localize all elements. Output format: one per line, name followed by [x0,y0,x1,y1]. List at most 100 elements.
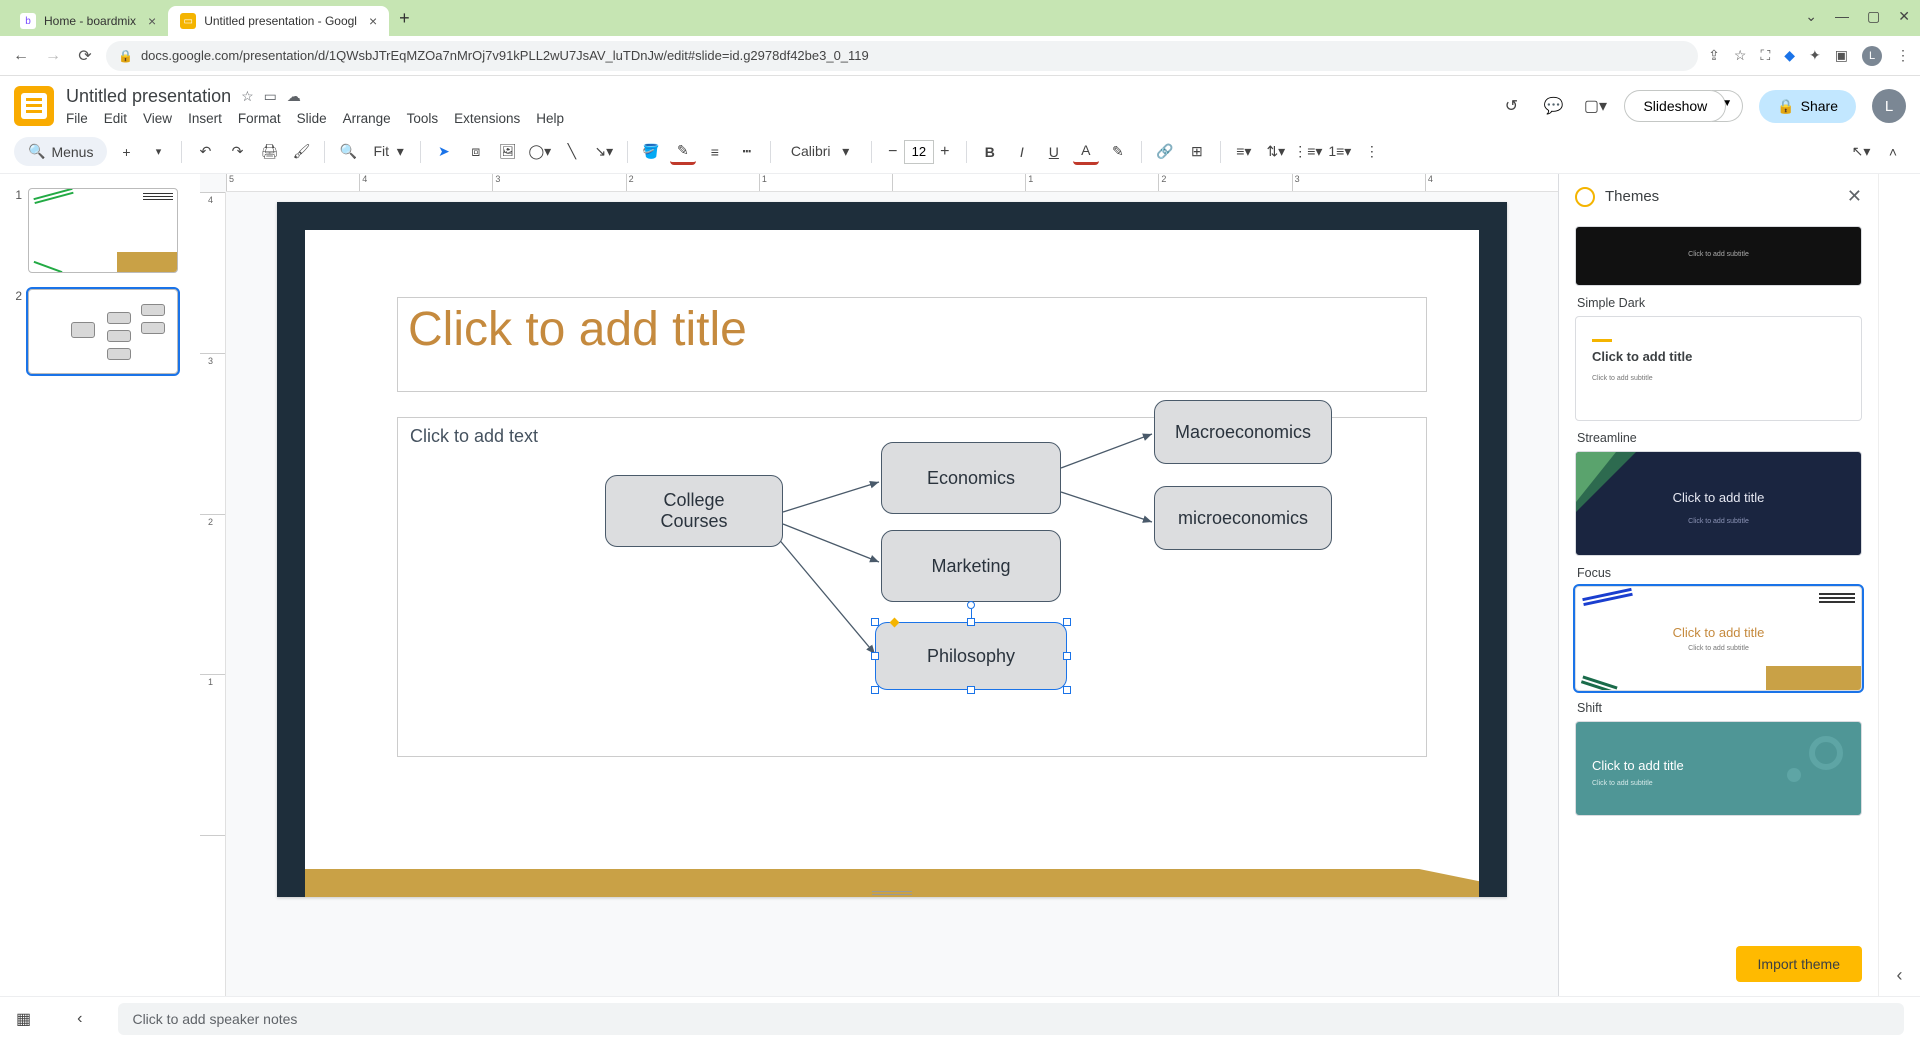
bold-icon[interactable]: B [977,139,1003,165]
tab-boardmix[interactable]: b Home - boardmix × [8,6,168,36]
history-icon[interactable]: ↺ [1498,93,1524,119]
redo-icon[interactable]: ↷ [224,139,250,165]
theme-card-simple-dark[interactable]: Click to add subtitle [1575,226,1862,286]
resize-handle[interactable] [871,618,879,626]
slideshow-button[interactable]: Slideshow [1624,90,1726,122]
font-increase-button[interactable]: + [934,140,956,164]
new-tab-button[interactable]: + [399,8,410,29]
extension-icon[interactable]: ◆ [1784,47,1795,64]
pointer-mode-icon[interactable]: ↖▾ [1848,139,1874,165]
text-color-icon[interactable]: A [1073,139,1099,165]
back-icon[interactable]: ← [10,45,32,67]
slide-canvas[interactable]: Click to add title Click to add text Col… [277,202,1507,897]
rotation-handle[interactable] [967,601,975,609]
zoom-icon[interactable]: 🔍 [335,139,361,165]
node-philosophy[interactable]: Philosophy [875,622,1067,690]
document-title[interactable]: Untitled presentation [66,86,231,107]
underline-icon[interactable]: U [1041,139,1067,165]
new-slide-dropdown[interactable]: ▾ [145,139,171,165]
speaker-notes[interactable]: Click to add speaker notes [118,1003,1904,1035]
import-theme-button[interactable]: Import theme [1736,946,1862,982]
collapse-toolbar-icon[interactable]: ˄ [1880,139,1906,165]
resize-handle[interactable] [967,618,975,626]
undo-icon[interactable]: ↶ [192,139,218,165]
screen-share-icon[interactable]: ⇪ [1708,47,1720,64]
theme-card-teal[interactable]: Click to add title Click to add subtitle [1575,721,1862,816]
link-icon[interactable]: 🔗 [1152,139,1178,165]
menu-format[interactable]: Format [238,111,281,126]
image-icon[interactable]: 🖼 [495,139,521,165]
zoom-select[interactable]: Fit ▾ [367,141,409,162]
resize-handle[interactable] [1063,652,1071,660]
menu-edit[interactable]: Edit [104,111,127,126]
move-icon[interactable]: ▭ [264,88,277,105]
window-close-icon[interactable]: ✕ [1898,8,1910,25]
tab-close-icon[interactable]: × [369,13,377,29]
slide-thumbnail-1[interactable] [28,188,178,273]
theme-card-focus[interactable]: Click to add title Click to add subtitle [1575,451,1862,556]
menu-tools[interactable]: Tools [407,111,439,126]
font-select[interactable]: Calibri ▾ [781,141,861,162]
print-icon[interactable]: 🖨 [256,139,282,165]
profile-icon[interactable]: L [1862,46,1882,66]
notes-drag-handle[interactable] [872,891,912,895]
italic-icon[interactable]: I [1009,139,1035,165]
chevron-down-icon[interactable]: ⌄ [1805,8,1817,25]
node-college-courses[interactable]: College Courses [605,475,783,547]
textbox-icon[interactable]: ⧈ [463,139,489,165]
fill-color-icon[interactable]: 🪣 [638,139,664,165]
title-placeholder[interactable]: Click to add title [397,297,1427,392]
resize-handle[interactable] [1063,618,1071,626]
more-icon[interactable]: ⋮ [1359,139,1385,165]
puzzle-icon[interactable]: ✦ [1809,47,1821,64]
kebab-icon[interactable]: ⋮ [1896,47,1910,64]
menu-insert[interactable]: Insert [188,111,222,126]
cloud-icon[interactable]: ☁ [287,88,301,105]
paint-format-icon[interactable]: 🖌 [288,139,314,165]
tab-slides[interactable]: ▭ Untitled presentation - Googl × [168,6,389,36]
reload-icon[interactable]: ⟳ [74,45,96,67]
line-spacing-icon[interactable]: ⇅▾ [1263,139,1289,165]
align-icon[interactable]: ≡▾ [1231,139,1257,165]
font-size-input[interactable]: 12 [904,140,934,164]
forward-icon[interactable]: → [42,45,64,67]
menu-slide[interactable]: Slide [297,111,327,126]
menu-view[interactable]: View [143,111,172,126]
shape-icon[interactable]: ◯▾ [527,139,553,165]
star-icon[interactable]: ☆ [1734,47,1747,64]
menu-help[interactable]: Help [536,111,564,126]
menus-search[interactable]: 🔍 Menus [14,137,107,166]
share-button[interactable]: 🔒 Share [1759,90,1856,123]
border-weight-icon[interactable]: ≡ [702,139,728,165]
border-color-icon[interactable]: ✎ [670,139,696,165]
line-icon[interactable]: ╲ [559,139,585,165]
menu-extensions[interactable]: Extensions [454,111,520,126]
node-microeconomics[interactable]: microeconomics [1154,486,1332,550]
select-tool-icon[interactable]: ➤ [431,139,457,165]
connector-icon[interactable]: ↘▾ [591,139,617,165]
bulleted-list-icon[interactable]: ⋮≡▾ [1295,139,1321,165]
slides-logo-icon[interactable] [14,86,54,126]
comment-icon[interactable]: ⊞ [1184,139,1210,165]
resize-handle[interactable] [1063,686,1071,694]
theme-card-streamline[interactable]: Click to add title Click to add subtitle [1575,316,1862,421]
window-minimize-icon[interactable]: — [1835,8,1849,25]
font-decrease-button[interactable]: − [882,140,904,164]
camera-icon[interactable]: ⛶ [1760,47,1770,64]
collapse-thumbs-icon[interactable]: ‹ [77,1010,82,1028]
resize-handle[interactable] [871,652,879,660]
resize-handle[interactable] [871,686,879,694]
new-slide-button[interactable]: + [113,139,139,165]
resize-handle[interactable] [967,686,975,694]
theme-card-shift[interactable]: Click to add title Click to add subtitle [1575,586,1862,691]
side-panel-toggle[interactable]: ‹ [1878,174,1920,996]
highlight-icon[interactable]: ✎ [1105,139,1131,165]
node-economics[interactable]: Economics [881,442,1061,514]
present-camera-icon[interactable]: ▢▾ [1582,93,1608,119]
border-dash-icon[interactable]: ┅ [734,139,760,165]
close-icon[interactable]: ✕ [1847,186,1862,207]
star-outline-icon[interactable]: ☆ [241,88,254,105]
numbered-list-icon[interactable]: 1≡▾ [1327,139,1353,165]
account-avatar[interactable]: L [1872,89,1906,123]
window-maximize-icon[interactable]: ▢ [1867,8,1880,25]
